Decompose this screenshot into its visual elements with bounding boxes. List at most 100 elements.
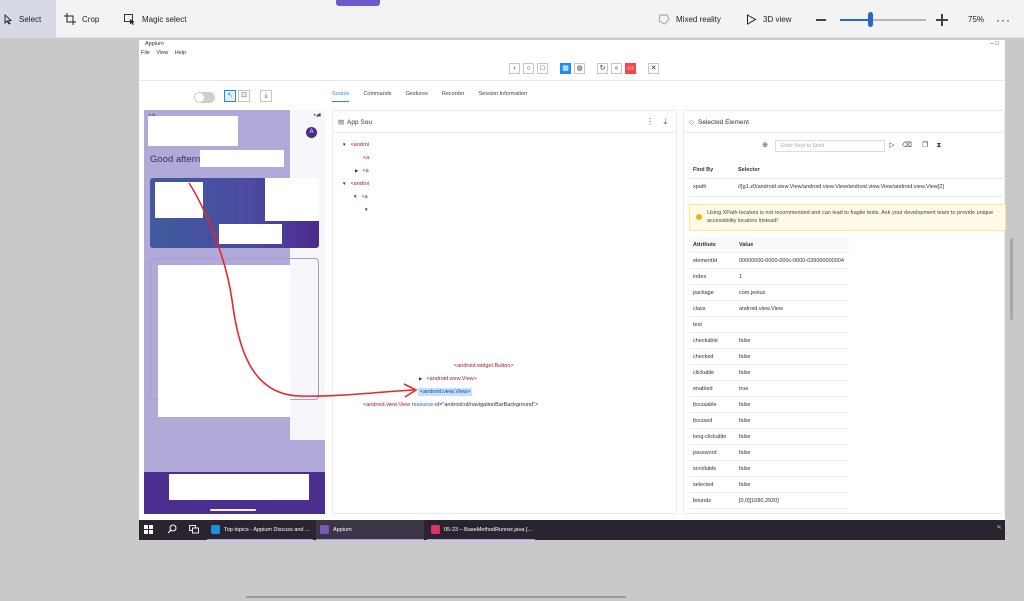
select-tool-label: Select <box>19 14 42 24</box>
zoom-slider-track[interactable] <box>840 19 926 21</box>
get-timing-icon[interactable]: ⧗ <box>934 141 944 151</box>
editor-toolbar: Select Crop Magic select Mixed reality 3… <box>0 0 1024 38</box>
system-tray[interactable]: ᵌ‹ <box>997 525 1001 531</box>
redacted-box <box>200 150 284 167</box>
horizontal-scrollbar[interactable] <box>246 596 626 598</box>
3d-view-icon <box>747 13 757 25</box>
copy-attributes-icon[interactable]: ❐ <box>920 141 930 151</box>
select-element-cursor-icon[interactable]: ↖ <box>224 90 236 102</box>
attribute-name: clickable <box>693 370 715 376</box>
search-icon[interactable] <box>167 524 177 534</box>
vertical-scrollbar[interactable] <box>1010 238 1013 320</box>
3d-view-button[interactable]: 3D view <box>746 0 791 38</box>
attribute-name: scrollable <box>693 466 717 472</box>
attribute-value: false <box>739 434 751 440</box>
appium-window: Appium – □ File View Help ‹ ○ □ ▦ ◍ ↻ ⌕ … <box>139 40 1006 520</box>
tree-node-selected[interactable]: <android.view.View> <box>418 388 473 396</box>
show-screenshot-toggle[interactable] <box>194 92 215 103</box>
tab-session-information[interactable]: Session Information <box>479 91 528 102</box>
send-keys-input[interactable]: Enter Keys to Send <box>775 140 885 152</box>
zoom-slider-fill <box>840 19 869 21</box>
tab-commands[interactable]: Commands <box>363 91 391 102</box>
menu-help[interactable]: Help <box>175 50 186 56</box>
attribute-value: [0,0][1080,2920] <box>739 498 779 504</box>
attributes-table-header: Attribute Value <box>689 237 849 253</box>
attribute-name: bounds <box>693 498 712 504</box>
home-circle-icon[interactable]: ○ <box>523 63 534 74</box>
selector-value[interactable]: //[g1.z0/android.view.View/android.view.… <box>738 184 944 190</box>
redacted-box <box>169 474 309 500</box>
tree-node[interactable]: ▼ <androi <box>342 181 369 187</box>
windows-taskbar: Top topics - Appium Discuss and ... Appi… <box>139 520 1005 540</box>
zoom-in-button[interactable] <box>936 14 948 26</box>
more-vertical-icon[interactable]: ⋮ <box>646 117 654 126</box>
tab-source[interactable]: Source <box>332 91 350 102</box>
taskbar-app-label: Appium <box>333 526 352 533</box>
crop-icon <box>64 13 76 25</box>
attribute-row: clickable false <box>689 365 849 381</box>
taskbar-app-edge[interactable]: Top topics - Appium Discuss and ... <box>207 520 313 540</box>
attribute-row: class android.view.View <box>689 301 849 317</box>
send-keys-icon[interactable]: ▷ <box>887 141 897 151</box>
tab-recorder[interactable]: Recorder <box>442 91 465 102</box>
tag-icon: ◇ <box>689 119 694 126</box>
tap-swipe-icon[interactable]: ⊡ <box>238 90 250 102</box>
more-options-button[interactable]: ··· <box>996 13 1011 27</box>
tree-node[interactable]: <a <box>363 155 369 161</box>
tap-target-icon[interactable]: ⊕ <box>760 141 770 151</box>
attribute-value: true <box>739 386 749 392</box>
magic-select-button[interactable]: Magic select <box>124 0 186 38</box>
web-mode-globe-icon[interactable]: ◍ <box>574 63 585 74</box>
device-screenshot[interactable]: 1:41 ▾◢▮ A Good afternoo <box>144 110 325 514</box>
redacted-box <box>158 265 290 417</box>
windows-start-icon[interactable] <box>144 525 153 534</box>
download-screenshot-icon[interactable]: ⤓ <box>260 90 272 102</box>
warning-line-1: Using XPath locators is not recommended … <box>707 210 994 216</box>
search-icon[interactable]: ⌕ <box>611 63 622 74</box>
tree-node[interactable]: ▼ <box>364 207 372 213</box>
select-tool-button[interactable]: Select <box>0 0 56 38</box>
native-mode-grid-icon[interactable]: ▦ <box>560 63 571 74</box>
warning-line-2: accessibility locators instead! <box>707 218 778 224</box>
device-home-indicator <box>210 509 256 511</box>
tree-node[interactable]: <android.view.View resource-id="android:… <box>363 402 538 408</box>
quit-session-close-icon[interactable]: ✕ <box>648 63 659 74</box>
menu-file[interactable]: File <box>141 50 150 56</box>
attribute-value: false <box>739 354 751 360</box>
tab-gestures[interactable]: Gestures <box>406 91 428 102</box>
clear-icon[interactable]: ⌫ <box>902 141 912 151</box>
selected-element-panel: ◇ Selected Element ⊕ Enter Keys to Send … <box>683 110 1006 514</box>
crop-tool-button[interactable]: Crop <box>64 0 99 38</box>
attribute-value: false <box>739 466 751 472</box>
back-button[interactable]: ‹ <box>509 63 520 74</box>
taskbar-app-label: Top topics - Appium Discuss and ... <box>224 526 310 533</box>
download-source-icon[interactable]: ⤓ <box>663 117 667 127</box>
taskbar-app-intellij[interactable]: 05-23 – BaseMethodRunner.java [... <box>427 520 535 540</box>
record-icon[interactable]: ▭ <box>625 63 636 74</box>
attribute-row: elementId 00000000-0000-000c-0000-0390000… <box>689 253 849 269</box>
attribute-value: false <box>739 402 751 408</box>
window-controls[interactable]: – □ <box>990 40 999 49</box>
file-icon: ▤ <box>338 119 345 126</box>
refresh-icon[interactable]: ↻ <box>597 63 608 74</box>
avatar[interactable]: A <box>306 127 317 138</box>
tree-node[interactable]: ▶ <a <box>355 168 369 174</box>
task-view-icon[interactable] <box>189 525 199 534</box>
sub-toolbar: ↖ ⊡ ⤓ Source Commands Gestures Recorder … <box>139 85 1005 105</box>
tree-node[interactable]: ▶ <android.view.View> <box>419 376 477 382</box>
brushes-tab[interactable] <box>336 0 380 6</box>
attribute-row: focusable false <box>689 397 849 413</box>
redacted-box <box>219 224 282 244</box>
zoom-out-button[interactable] <box>816 19 826 21</box>
attribute-name: text <box>693 322 702 328</box>
tree-node[interactable]: ▼ <a <box>353 194 368 200</box>
taskbar-app-appium[interactable]: Appium <box>316 520 424 540</box>
app-switch-square-icon[interactable]: □ <box>537 63 548 74</box>
3d-view-label: 3D view <box>763 14 792 24</box>
attribute-value: 00000000-0000-000c-0000-039000000004 <box>739 258 844 264</box>
tree-node[interactable]: ▼ <androi <box>342 142 369 148</box>
tree-node[interactable]: <android.widget.Button> <box>454 363 514 369</box>
menu-view[interactable]: View <box>156 50 168 56</box>
zoom-slider-thumb[interactable] <box>868 12 873 27</box>
mixed-reality-button[interactable]: Mixed reality <box>658 0 721 38</box>
